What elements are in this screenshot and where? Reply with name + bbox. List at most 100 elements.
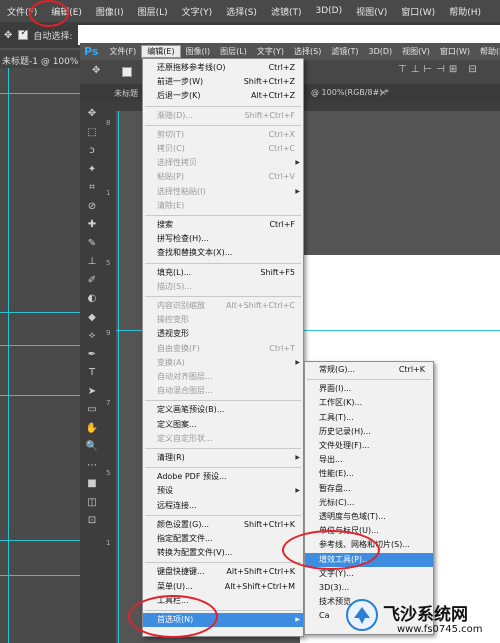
tool-icon[interactable]: 🔍 [85, 440, 99, 454]
edit-menu-item-33[interactable]: 菜单(U)... Alt+Shift+Ctrl+M [143, 580, 303, 594]
menu-item-label: 光标(C)... [319, 497, 355, 507]
edit-menu-item-9: 清除(E) [143, 199, 303, 213]
ruler-number: 7 [106, 399, 111, 407]
pref-submenu-item-4[interactable]: 历史记录(H)... [305, 425, 433, 439]
menu-item-shortcut: Shift+Ctrl+K [243, 519, 295, 529]
tool-icon[interactable]: ✦ [85, 163, 99, 177]
inner-menu-item-8[interactable]: 视图(V) [397, 46, 435, 57]
edit-menu-item-17[interactable]: 透视变形 [143, 327, 303, 341]
menu-item-label: 变换(A) [157, 357, 185, 367]
ruler-number: 1 [106, 539, 111, 547]
inner-menu-item-7[interactable]: 3D(D) [363, 47, 397, 56]
outer-menu-item-8[interactable]: 视图(V) [349, 5, 394, 18]
edit-menu-item-15: 内容识别缩放 Alt+Shift+Ctrl+C [143, 299, 303, 313]
menu-item-label: 工具(T)... [319, 412, 354, 422]
pref-submenu-item-10[interactable]: 透明度与色域(T)... [305, 510, 433, 524]
tool-icon[interactable]: ✥ [85, 107, 99, 121]
inner-menu-item-4[interactable]: 文字(Y) [252, 46, 289, 57]
edit-menu-item-29[interactable]: 颜色设置(G)... Shift+Ctrl+K [143, 518, 303, 532]
tool-icon[interactable]: ◆ [85, 311, 99, 325]
menu-item-label: 键盘快捷键... [157, 567, 205, 577]
tool-icon[interactable]: ✋ [85, 422, 99, 436]
vertical-ruler: 8 1 5 9 7 5 1 [103, 111, 116, 643]
outer-menu-item-5[interactable]: 选择(S) [219, 5, 264, 18]
edit-menu-item-12[interactable]: 查找和替换文本(X)... [143, 246, 303, 260]
edit-menu-item-21: 自动混合图层... [143, 384, 303, 398]
edit-menu-item-13[interactable]: 填充(L)... Shift+F5 [143, 266, 303, 280]
edit-menu-item-25[interactable]: 清理(R) ▶ [143, 451, 303, 465]
tool-icon[interactable]: ⬚ [85, 126, 99, 140]
pref-submenu-item-7[interactable]: 性能(E)... [305, 467, 433, 481]
edit-menu-item-11[interactable]: 拼写检查(H)... [143, 232, 303, 246]
tool-icon[interactable]: ⊘ [85, 200, 99, 214]
edit-menu-item-8: 选择性粘贴(I) ▶ [143, 185, 303, 199]
inner-menu-item-6[interactable]: 滤镜(T) [326, 46, 363, 57]
pref-submenu-item-6[interactable]: 导出... [305, 453, 433, 467]
pref-submenu-item-15[interactable]: 3D(3)... [305, 581, 433, 595]
doc-tab-active[interactable]: @ 100%(RGB/8#) * [311, 88, 389, 97]
outer-menu-item-3[interactable]: 图层(L) [131, 5, 175, 18]
tool-icon[interactable]: ✐ [85, 274, 99, 288]
close-icon[interactable]: × [380, 88, 387, 97]
edit-menu-item-0[interactable]: 还原拖移参考线(O) Ctrl+Z [143, 61, 303, 75]
tool-icon[interactable]: ✎ [85, 237, 99, 251]
tool-icon[interactable]: ✒ [85, 348, 99, 362]
tool-icon[interactable]: ↄ [85, 144, 99, 158]
tool-icon[interactable]: ➤ [85, 385, 99, 399]
outer-auto-select-checkbox[interactable] [18, 28, 29, 40]
inner-menu-item-0[interactable]: 文件(F) [104, 46, 141, 57]
inner-menu-item-10[interactable]: 帮助(H) [475, 46, 500, 57]
tool-icon[interactable]: ⋯ [85, 459, 99, 473]
edit-menu-item-32[interactable]: 键盘快捷键... Alt+Shift+Ctrl+K [143, 565, 303, 579]
tool-icon[interactable]: ⊡ [85, 514, 99, 528]
doc-tab-left[interactable]: 未标题 [114, 88, 138, 99]
outer-menu-item-10[interactable]: 帮助(H) [442, 5, 488, 18]
edit-menu-item-26[interactable]: Adobe PDF 预设... [143, 470, 303, 484]
pref-submenu-item-1[interactable]: 界面(I)... [305, 382, 433, 396]
outer-menu-item-6[interactable]: 滤镜(T) [264, 5, 309, 18]
outer-menu-item-9[interactable]: 窗口(W) [394, 5, 442, 18]
edit-menu-item-1[interactable]: 前进一步(W) Shift+Ctrl+Z [143, 75, 303, 89]
edit-menu-item-27[interactable]: 预设 ▶ [143, 484, 303, 498]
pref-submenu-item-5[interactable]: 文件处理(F)... [305, 439, 433, 453]
pref-submenu-item-9[interactable]: 光标(C)... [305, 496, 433, 510]
menu-item-label: 自动对齐图层... [157, 372, 213, 381]
edit-menu-item-10[interactable]: 搜索 Ctrl+F [143, 218, 303, 232]
outer-menu-item-2[interactable]: 图像(I) [89, 5, 131, 18]
inner-auto-select-checkbox[interactable] [122, 67, 132, 77]
align-icons[interactable]: ⊤⊥⊢⊣⊞ ⊟ [398, 64, 481, 75]
edit-menu-item-2[interactable]: 后退一步(K) Alt+Ctrl+Z [143, 89, 303, 103]
inner-menu-item-5[interactable]: 选择(S) [289, 46, 326, 57]
edit-menu-item-20: 自动对齐图层... [143, 370, 303, 384]
edit-menu-item-23[interactable]: 定义图案... [143, 418, 303, 432]
tool-icon[interactable]: ✚ [85, 218, 99, 232]
edit-menu-item-28[interactable]: 远程连接... [143, 499, 303, 513]
inner-menu-item-1[interactable]: 编辑(E) [141, 45, 181, 58]
tool-icon[interactable]: ⟡ [85, 329, 99, 343]
inner-menu-item-3[interactable]: 图层(L) [215, 46, 252, 57]
ruler-number: 9 [106, 329, 111, 337]
tool-icon[interactable]: ⊥ [85, 255, 99, 269]
edit-menu-item-22[interactable]: 定义画笔预设(B)... [143, 403, 303, 417]
pref-submenu-item-0[interactable]: 常规(G)... Ctrl+K [305, 363, 433, 377]
menu-separator [145, 514, 301, 516]
pref-submenu-item-2[interactable]: 工作区(K)... [305, 396, 433, 410]
tool-icon[interactable]: ⌗ [85, 181, 99, 195]
inner-menu-item-9[interactable]: 窗口(W) [435, 46, 475, 57]
submenu-arrow-icon: ▶ [295, 616, 300, 623]
menu-item-label: 菜单(U)... [157, 581, 193, 591]
inner-menu-item-2[interactable]: 图像(I) [181, 46, 216, 57]
edit-menu-item-30[interactable]: 指定配置文件... [143, 532, 303, 546]
tool-icon[interactable]: T [85, 366, 99, 380]
outer-document-tab[interactable]: 未标题-1 @ 100% ( [0, 50, 80, 68]
tool-icon[interactable]: ◫ [85, 496, 99, 510]
outer-menu-item-4[interactable]: 文字(Y) [175, 5, 220, 18]
pref-submenu-item-3[interactable]: 工具(T)... [305, 411, 433, 425]
tool-icon[interactable]: ■ [85, 477, 99, 491]
outer-menu-item-7[interactable]: 3D(D) [308, 6, 349, 16]
tool-icon[interactable]: ◐ [85, 292, 99, 306]
edit-menu-item-31[interactable]: 转换为配置文件(V)... [143, 546, 303, 560]
tool-icon[interactable]: ▭ [85, 403, 99, 417]
edit-menu: 还原拖移参考线(O) Ctrl+Z 前进一步(W) Shift+Ctrl+Z 后退一步(… [142, 58, 304, 637]
pref-submenu-item-8[interactable]: 暂存盘... [305, 482, 433, 496]
